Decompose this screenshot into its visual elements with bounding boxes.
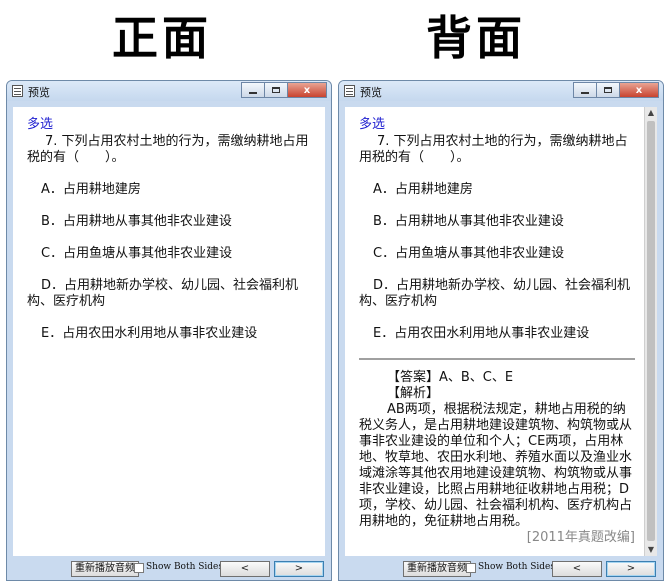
scroll-thumb[interactable] [647, 121, 655, 541]
minimize-icon [581, 92, 589, 94]
close-button[interactable]: x [619, 82, 659, 98]
maximize-button[interactable] [596, 82, 620, 98]
card-content: 多选 7. 下列占用农村土地的行为，需缴纳耕地占用税的有（ ）。 A．占用耕地建… [13, 107, 325, 556]
scroll-down-icon[interactable]: ▼ [645, 544, 657, 556]
next-button[interactable]: > [274, 561, 324, 577]
option-a: A．占用耕地建房 [41, 182, 141, 197]
option-b: B．占用耕地从事其他非农业建设 [41, 214, 232, 229]
explanation-text: AB两项，根据税法规定，耕地占用税的纳税义务人，是占用耕地建设建筑物、构筑物或从… [359, 402, 633, 529]
replay-audio-button[interactable]: 重新播放音频 [403, 561, 471, 577]
show-both-sides-label[interactable]: Show Both Sides [478, 562, 555, 572]
analysis-label: 【解析】 [387, 386, 440, 401]
close-icon: x [635, 84, 643, 96]
minimize-button[interactable] [241, 82, 265, 98]
title-bar[interactable]: 预览 x [7, 81, 331, 101]
back-side-heading: 背面 [426, 11, 526, 65]
answer-divider [359, 358, 635, 360]
bottom-toolbar: 重新播放音频 Show Both Sides < > [339, 558, 663, 580]
question-text: 7. 下列占用农村土地的行为，需缴纳耕地占用税的有（ ）。 [27, 134, 309, 165]
option-c: C．占用鱼塘从事其他非农业建设 [373, 246, 565, 261]
maximize-icon [272, 87, 280, 93]
chevron-right-icon: > [626, 563, 636, 574]
back-preview-window: 预览 x 多选 7. 下列占用农村土地的行为，需缴纳耕地占用税的有（ ）。 A．… [338, 80, 664, 581]
question-type-label: 多选 [359, 117, 386, 132]
option-d: D．占用耕地新办学校、幼儿园、社会福利机构、医疗机构 [359, 278, 631, 309]
previous-button[interactable]: < [220, 561, 270, 577]
replay-audio-button[interactable]: 重新播放音频 [71, 561, 139, 577]
bottom-toolbar: 重新播放音频 Show Both Sides < > [7, 558, 331, 580]
window-controls: x [241, 82, 327, 98]
source-note: [2011年真题改编] [526, 530, 635, 545]
next-button[interactable]: > [606, 561, 656, 577]
window-controls: x [573, 82, 659, 98]
maximize-button[interactable] [264, 82, 288, 98]
vertical-scrollbar[interactable]: ▲ ▼ [644, 107, 657, 556]
show-both-sides-label[interactable]: Show Both Sides [146, 562, 223, 572]
show-both-sides-checkbox[interactable] [466, 563, 476, 573]
window-title: 预览 [360, 86, 382, 99]
question-text: 7. 下列占用农村土地的行为，需缴纳耕地占用税的有（ ）。 [359, 134, 628, 165]
chevron-left-icon: < [240, 563, 250, 574]
option-c: C．占用鱼塘从事其他非农业建设 [41, 246, 233, 261]
show-both-sides-checkbox[interactable] [134, 563, 144, 573]
close-icon: x [303, 84, 311, 96]
card-content[interactable]: 多选 7. 下列占用农村土地的行为，需缴纳耕地占用税的有（ ）。 A．占用耕地建… [345, 107, 645, 556]
close-button[interactable]: x [287, 82, 327, 98]
preview-app-icon [12, 85, 23, 97]
title-bar[interactable]: 预览 x [339, 81, 663, 101]
option-d: D．占用耕地新办学校、幼儿园、社会福利机构、医疗机构 [27, 278, 299, 309]
front-preview-window: 预览 x 多选 7. 下列占用农村土地的行为，需缴纳耕地占用税的有（ ）。 A．… [6, 80, 332, 581]
answer-line: 【答案】A、B、C、E [387, 370, 514, 385]
minimize-button[interactable] [573, 82, 597, 98]
option-e: E．占用农田水利用地从事非农业建设 [373, 326, 590, 341]
option-e: E．占用农田水利用地从事非农业建设 [41, 326, 258, 341]
maximize-icon [604, 87, 612, 93]
scroll-up-icon[interactable]: ▲ [645, 107, 657, 119]
window-title: 预览 [28, 86, 50, 99]
preview-app-icon [344, 85, 355, 97]
previous-button[interactable]: < [552, 561, 602, 577]
option-a: A．占用耕地建房 [373, 182, 473, 197]
chevron-left-icon: < [572, 563, 582, 574]
front-side-heading: 正面 [112, 11, 212, 65]
option-b: B．占用耕地从事其他非农业建设 [373, 214, 564, 229]
chevron-right-icon: > [294, 563, 304, 574]
minimize-icon [249, 92, 257, 94]
question-type-label: 多选 [27, 117, 54, 132]
